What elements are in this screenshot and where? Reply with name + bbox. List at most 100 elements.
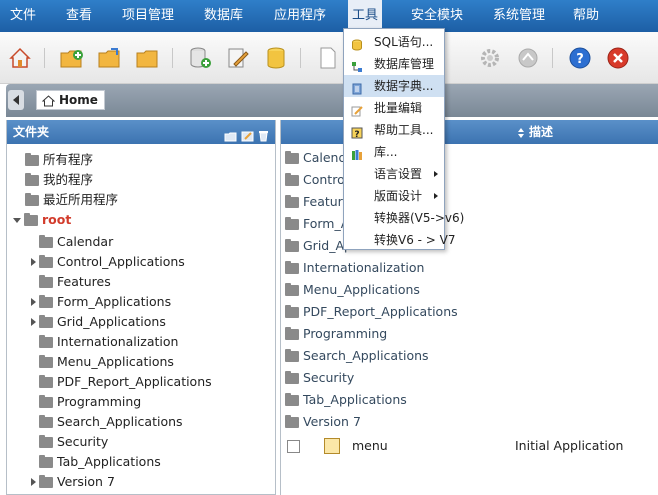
tree-folder[interactable]: Menu_Applications xyxy=(39,352,174,372)
tools-menu-item[interactable]: 数据库管理 xyxy=(344,53,444,75)
tree-folder-label: Calendar xyxy=(57,234,114,249)
tools-menu-item[interactable]: 语言设置 xyxy=(344,163,444,185)
new-folder-icon[interactable] xyxy=(58,44,86,72)
svg-text:?: ? xyxy=(354,130,359,139)
tools-menu-item[interactable]: 批量编辑 xyxy=(344,97,444,119)
folder-row[interactable]: Search_Applications xyxy=(285,346,429,366)
folder-row[interactable]: Grid_Ap xyxy=(285,236,352,256)
tree-folder[interactable]: Calendar xyxy=(39,232,113,252)
database-add-icon[interactable] xyxy=(186,44,214,72)
tools-dropdown-menu: SQL语句... 数据库管理 数据字典... 批量编辑? 帮助工具... 库... 语言设置… xyxy=(343,28,464,251)
tools-menu-item[interactable]: 库... xyxy=(344,141,444,163)
open-folder-icon[interactable] xyxy=(96,44,124,72)
folder-icon xyxy=(39,314,53,328)
menu-view[interactable]: 查看 xyxy=(62,0,96,32)
breadcrumb-home[interactable]: Home xyxy=(36,90,105,110)
folder-row[interactable]: Feature xyxy=(285,192,350,212)
tree-folder[interactable]: Form_Applications xyxy=(31,292,171,312)
menu-file[interactable]: 文件 xyxy=(6,0,40,32)
folder-icon xyxy=(285,304,299,318)
menu-apps[interactable]: 应用程序 xyxy=(270,0,330,32)
help-icon[interactable]: ? xyxy=(566,44,594,72)
tools-menu-item[interactable]: 转换V6 - > V7 xyxy=(344,229,456,251)
folder-row-label: Menu_Applications xyxy=(303,282,420,297)
tree-folder-label: Security xyxy=(57,434,109,449)
tree-folder[interactable]: PDF_Report_Applications xyxy=(39,372,212,392)
tree-folder[interactable]: Control_Applications xyxy=(31,252,185,272)
database-icon[interactable] xyxy=(262,44,290,72)
app-row[interactable]: menu Initial Application xyxy=(287,436,657,456)
folder-icon xyxy=(25,152,39,166)
tools-menu-item[interactable]: 转换器(V5->v6) xyxy=(344,207,464,229)
app-list-panel: 描述 Calend Control Feature Form_A Grid_Ap Inte… xyxy=(280,120,658,495)
tools-menu-item[interactable]: ? 帮助工具... xyxy=(344,119,444,141)
folder-icon[interactable] xyxy=(134,44,162,72)
home-icon[interactable] xyxy=(6,44,34,72)
tools-menu-item[interactable]: 版面设计 xyxy=(344,185,444,207)
tree-folder[interactable]: Features xyxy=(39,272,111,292)
tree-folder-label: Tab_Applications xyxy=(57,454,161,469)
add-folder-icon[interactable] xyxy=(224,126,237,150)
tools-menu-item[interactable]: SQL语句... xyxy=(344,31,444,53)
tree-item[interactable]: 最近所用程序 xyxy=(25,190,118,210)
tree-folder[interactable]: Grid_Applications xyxy=(31,312,166,332)
folder-icon xyxy=(25,172,39,186)
folder-row[interactable]: Calend xyxy=(285,148,346,168)
folder-row-label: Programming xyxy=(303,326,388,341)
expand-caret-icon[interactable] xyxy=(13,217,21,223)
folder-row-label: Internationalization xyxy=(303,260,425,275)
folder-panel-title: 文件夹 xyxy=(13,125,50,139)
expand-caret-icon[interactable] xyxy=(31,258,36,266)
row-checkbox[interactable] xyxy=(287,439,300,453)
folder-icon xyxy=(285,260,299,274)
collapse-arrow-icon[interactable] xyxy=(8,90,24,110)
tree-item[interactable]: 所有程序 xyxy=(25,150,93,170)
folder-row-label: Control xyxy=(303,172,349,187)
desc-column-header[interactable]: 描述 xyxy=(529,120,553,144)
close-icon[interactable] xyxy=(604,44,632,72)
data-dictionary-icon xyxy=(351,80,363,95)
delete-folder-icon[interactable] xyxy=(258,126,269,150)
expand-caret-icon[interactable] xyxy=(31,298,36,306)
tools-menu-item[interactable]: 数据字典... xyxy=(344,75,444,97)
edit-folder-icon[interactable] xyxy=(241,126,254,150)
menu-help[interactable]: 帮助 xyxy=(569,0,603,32)
folder-icon xyxy=(39,454,53,468)
tree-root[interactable]: root xyxy=(13,210,71,230)
sort-icon[interactable] xyxy=(517,120,525,144)
tools-menu-item-label: 转换器(V5->v6) xyxy=(374,211,465,225)
tree-folder-label: Internationalization xyxy=(57,334,179,349)
menu-bar: 文件 查看 项目管理 数据库 应用程序 工具 安全模块 系统管理 帮助 xyxy=(0,0,658,32)
folder-row[interactable]: Security xyxy=(285,368,354,388)
submenu-arrow-icon xyxy=(434,171,438,177)
menu-database[interactable]: 数据库 xyxy=(200,0,247,32)
tree-folder[interactable]: Version 7 xyxy=(31,472,115,492)
document-icon[interactable] xyxy=(314,44,342,72)
deploy-icon[interactable] xyxy=(514,44,542,72)
folder-row[interactable]: Programming xyxy=(285,324,387,344)
expand-caret-icon[interactable] xyxy=(31,318,36,326)
database-edit-icon[interactable] xyxy=(224,44,252,72)
folder-icon xyxy=(39,394,53,408)
tree-folder[interactable]: Internationalization xyxy=(39,332,178,352)
folder-row[interactable]: Internationalization xyxy=(285,258,424,278)
folder-row[interactable]: Menu_Applications xyxy=(285,280,420,300)
folder-row[interactable]: Version 7 xyxy=(285,412,361,432)
folder-icon xyxy=(285,326,299,340)
tree-folder[interactable]: Tab_Applications xyxy=(39,452,161,472)
menu-system[interactable]: 系统管理 xyxy=(489,0,549,32)
folder-row[interactable]: PDF_Report_Applications xyxy=(285,302,458,322)
folder-icon xyxy=(39,474,53,488)
tree-item[interactable]: 我的程序 xyxy=(25,170,93,190)
folder-row[interactable]: Control xyxy=(285,170,348,190)
folder-row[interactable]: Form_A xyxy=(285,214,349,234)
tree-folder[interactable]: Programming xyxy=(39,392,141,412)
expand-caret-icon[interactable] xyxy=(31,478,36,486)
tree-folder-label: Menu_Applications xyxy=(57,354,174,369)
settings-icon[interactable] xyxy=(476,44,504,72)
menu-project[interactable]: 项目管理 xyxy=(118,0,178,32)
tree-folder[interactable]: Search_Applications xyxy=(39,412,183,432)
folder-row[interactable]: Tab_Applications xyxy=(285,390,407,410)
tree-folder[interactable]: Security xyxy=(39,432,108,452)
app-name[interactable]: menu xyxy=(352,436,388,456)
